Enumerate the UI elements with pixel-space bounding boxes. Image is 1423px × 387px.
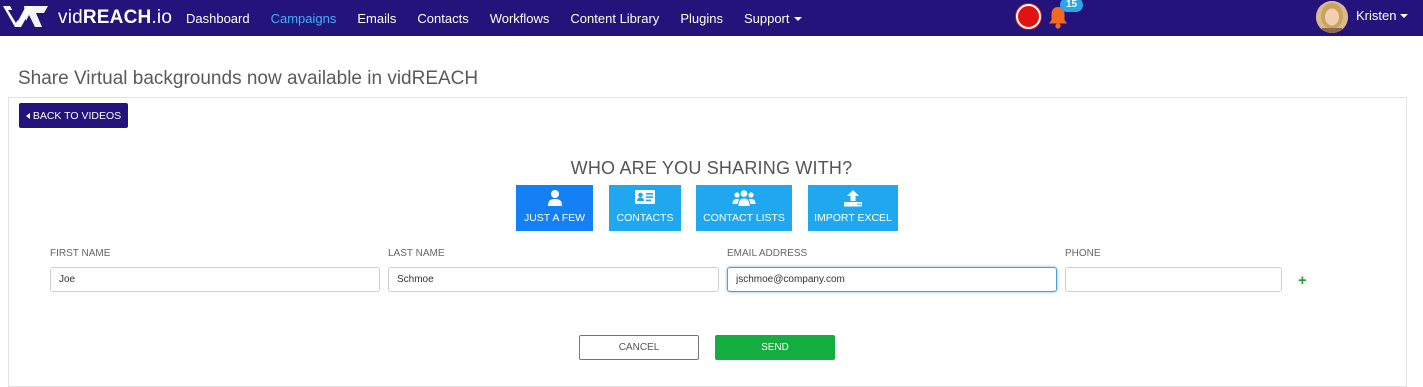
user-icon	[547, 190, 562, 206]
avatar-photo-icon	[1316, 1, 1348, 33]
caret-down-icon	[1400, 14, 1409, 18]
notification-count-badge: 15	[1060, 0, 1083, 12]
logo-text: vidREACH.io	[58, 7, 173, 28]
nav-plugins[interactable]: Plugins	[680, 11, 723, 26]
users-group-icon	[732, 190, 756, 206]
phone-label: PHONE	[1065, 248, 1101, 259]
cancel-button[interactable]: CANCEL	[579, 335, 699, 360]
add-recipient-button[interactable]: +	[1298, 272, 1307, 289]
back-to-videos-button[interactable]: BACK TO VIDEOS	[19, 103, 128, 128]
vidreach-logo[interactable]: vidREACH.io	[2, 3, 172, 29]
first-name-field[interactable]	[50, 267, 380, 292]
nav-workflows[interactable]: Workflows	[490, 11, 550, 26]
nav-support-dropdown[interactable]: Support	[744, 11, 802, 26]
upload-icon	[844, 190, 862, 207]
share-heading: WHO ARE YOU SHARING WITH?	[570, 158, 853, 178]
last-name-label: LAST NAME	[388, 248, 445, 259]
share-option-just-a-few[interactable]: JUST A FEW	[516, 185, 593, 231]
main-nav: Dashboard Campaigns Emails Contacts Work…	[186, 0, 823, 36]
email-label: EMAIL ADDRESS	[727, 248, 808, 259]
last-name-field[interactable]	[388, 267, 719, 292]
share-option-contact-lists[interactable]: CONTACT LISTS	[696, 185, 792, 231]
logo-mark-icon	[3, 6, 48, 27]
top-navbar: vidREACH.io Dashboard Campaigns Emails C…	[0, 0, 1423, 36]
nav-dashboard[interactable]: Dashboard	[186, 11, 250, 26]
share-option-import-excel[interactable]: IMPORT EXCEL	[808, 185, 898, 231]
contact-card-icon	[635, 190, 655, 204]
user-menu[interactable]: Kristen	[1356, 8, 1409, 23]
nav-contacts[interactable]: Contacts	[417, 11, 468, 26]
first-name-label: FIRST NAME	[50, 248, 111, 259]
share-option-contacts[interactable]: CONTACTS	[609, 185, 681, 231]
nav-emails[interactable]: Emails	[357, 11, 396, 26]
avatar[interactable]	[1316, 1, 1348, 33]
record-button[interactable]	[1016, 4, 1041, 29]
caret-down-icon	[793, 16, 802, 21]
page-title: Share Virtual backgrounds now available …	[18, 68, 479, 89]
email-field[interactable]	[727, 267, 1057, 292]
caret-left-icon	[25, 112, 30, 119]
nav-content-library[interactable]: Content Library	[570, 11, 659, 26]
send-button[interactable]: SEND	[715, 335, 835, 360]
nav-campaigns[interactable]: Campaigns	[271, 11, 337, 26]
phone-field[interactable]	[1065, 267, 1282, 292]
share-panel	[8, 97, 1407, 387]
